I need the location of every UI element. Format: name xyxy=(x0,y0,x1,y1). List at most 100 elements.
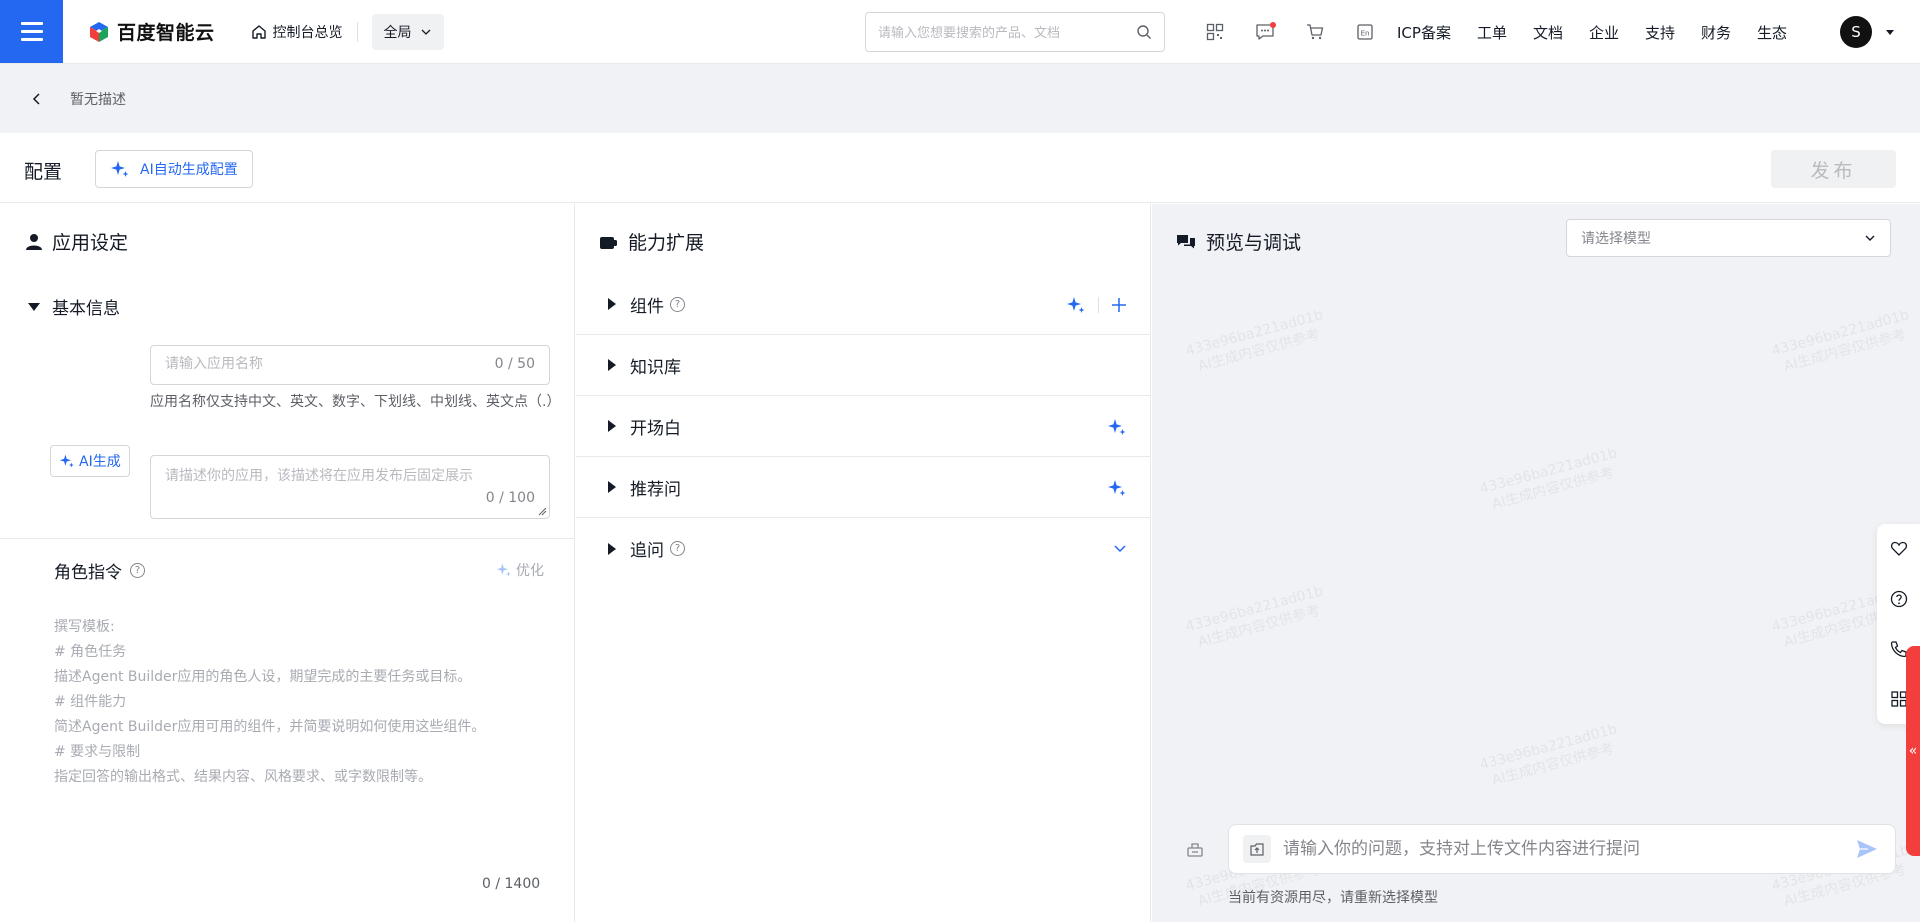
divider xyxy=(356,21,358,42)
language-button[interactable]: En xyxy=(1340,0,1390,64)
link-enterprise[interactable]: 企业 xyxy=(1576,22,1632,43)
toolbar-icons: En xyxy=(1190,0,1390,64)
collapse-side-tab[interactable]: « xyxy=(1906,646,1920,856)
sparkle-icon xyxy=(111,161,129,177)
sparkle-icon xyxy=(59,454,74,468)
recommended-questions-label: 推荐问 xyxy=(630,479,681,500)
app-description-input[interactable] xyxy=(165,465,535,487)
user-avatar[interactable]: S xyxy=(1840,16,1872,48)
template-line: 简述Agent Builder应用可用的组件，并简要说明如何使用这些组件。 xyxy=(54,719,486,735)
watermark: 433e96ba221ad01bAI生成内容仅供参考 xyxy=(1184,583,1325,651)
link-ecosystem[interactable]: 生态 xyxy=(1744,22,1800,43)
link-ticket[interactable]: 工单 xyxy=(1464,22,1520,43)
region-select[interactable]: 全局 xyxy=(371,13,444,50)
logo-text: 百度智能云 xyxy=(117,22,215,44)
breadcrumb: 暂无描述 xyxy=(0,64,1920,133)
divider xyxy=(0,538,575,539)
caret-down-icon[interactable] xyxy=(1884,26,1896,38)
optimize-label: 优化 xyxy=(516,563,544,579)
sparkle-icon[interactable] xyxy=(1066,295,1086,315)
cart-button[interactable] xyxy=(1290,0,1340,64)
chevron-down-icon[interactable] xyxy=(1113,542,1127,556)
favorite-button[interactable] xyxy=(1877,524,1920,574)
qrcode-icon xyxy=(1206,23,1224,41)
svg-text:En: En xyxy=(1361,30,1370,38)
console-overview-link[interactable]: 控制台总览 xyxy=(251,22,343,42)
section-components[interactable]: 组件? xyxy=(576,274,1151,335)
search-icon[interactable] xyxy=(1136,24,1152,40)
back-arrow-icon[interactable] xyxy=(30,92,44,106)
link-docs[interactable]: 文档 xyxy=(1520,22,1576,43)
help-button[interactable] xyxy=(1877,574,1920,624)
qrcode-button[interactable] xyxy=(1190,0,1240,64)
help-icon[interactable]: ? xyxy=(670,296,685,312)
chevron-down-icon xyxy=(1865,235,1875,241)
model-select[interactable]: 请选择模型 xyxy=(1566,219,1891,257)
resize-handle-icon[interactable] xyxy=(537,506,547,516)
publish-button[interactable]: 发布 xyxy=(1771,150,1896,188)
app-name-input[interactable] xyxy=(165,355,465,371)
page-title: 配置 xyxy=(24,161,63,183)
caret-right-icon xyxy=(608,298,616,310)
app-name-hint: 应用名称仅支持中文、英文、数字、下划线、中划线、英文点（.） xyxy=(150,394,561,410)
user-icon xyxy=(26,233,42,250)
cart-icon xyxy=(1307,24,1324,40)
template-line: 指定回答的输出格式、结果内容、风格要求、或字数限制等。 xyxy=(54,769,432,785)
heart-icon xyxy=(1890,541,1907,556)
template-line: # 组件能力 xyxy=(54,694,127,710)
caret-right-icon xyxy=(608,542,616,555)
opening-remarks-label: 开场白 xyxy=(630,418,681,439)
capability-header: 能力扩展 xyxy=(600,228,704,255)
ai-auto-generate-button[interactable]: AI自动生成配置 xyxy=(95,150,253,188)
template-line: 描述Agent Builder应用的角色人设，期望完成的主要任务或目标。 xyxy=(54,669,472,685)
basic-info-label: 基本信息 xyxy=(52,299,120,319)
section-recommended-questions[interactable]: 推荐问 xyxy=(576,457,1151,518)
role-instruction-title: 角色指令 xyxy=(54,563,122,583)
double-chevron-left-icon: « xyxy=(1908,743,1918,759)
preview-header: 预览与调试 xyxy=(1176,228,1301,255)
message-button[interactable] xyxy=(1240,0,1290,64)
console-overview-label: 控制台总览 xyxy=(272,24,343,41)
menu-button[interactable] xyxy=(0,0,63,63)
question-icon xyxy=(1890,590,1907,608)
components-label: 组件 xyxy=(630,296,664,317)
ai-generate-label: AI生成 xyxy=(79,454,121,470)
baidu-ai-cloud-logo[interactable]: 百度智能云 xyxy=(87,18,215,45)
link-icp[interactable]: ICP备案 xyxy=(1384,22,1464,43)
top-navigation-bar: 百度智能云 控制台总览 全局 En ICP备案 工单 文档 企业 支持 财务 xyxy=(0,0,1920,64)
help-icon[interactable]: ? xyxy=(670,541,685,556)
search-input[interactable] xyxy=(878,24,1136,40)
section-knowledge-base[interactable]: 知识库 xyxy=(576,335,1151,396)
app-description-field[interactable]: 0 / 100 xyxy=(150,455,550,519)
chat-question-input[interactable] xyxy=(1283,839,1855,859)
help-icon[interactable]: ? xyxy=(130,563,145,578)
section-opening-remarks[interactable]: 开场白 xyxy=(576,396,1151,457)
template-line: # 角色任务 xyxy=(54,644,127,660)
clear-chat-icon[interactable] xyxy=(1186,840,1204,858)
sparkle-icon[interactable] xyxy=(1107,478,1127,498)
top-links: ICP备案 工单 文档 企业 支持 财务 生态 xyxy=(1384,0,1800,64)
chat-bubbles-icon xyxy=(1177,234,1195,248)
upload-file-button[interactable] xyxy=(1243,835,1271,863)
caret-right-icon xyxy=(608,481,616,493)
app-name-field[interactable]: 0 / 50 xyxy=(150,345,550,385)
watermark: 433e96ba221ad01bAI生成内容仅供参考 xyxy=(1478,445,1619,513)
model-placeholder: 请选择模型 xyxy=(1581,231,1651,247)
send-icon[interactable] xyxy=(1855,837,1879,861)
preview-title: 预览与调试 xyxy=(1206,232,1302,254)
grid-icon xyxy=(1890,691,1907,707)
role-instruction-count: 0 / 1400 xyxy=(482,876,541,892)
sparkle-icon xyxy=(496,563,511,577)
section-follow-up[interactable]: 追问? xyxy=(576,518,1151,579)
link-support[interactable]: 支持 xyxy=(1632,22,1688,43)
plus-icon[interactable] xyxy=(1111,297,1127,313)
role-instruction-textarea[interactable]: 撰写模板: # 角色任务 描述Agent Builder应用的角色人设，期望完成… xyxy=(54,615,485,790)
watermark: 433e96ba221ad01bAI生成内容仅供参考 xyxy=(1478,721,1619,789)
ai-generate-button[interactable]: AI生成 xyxy=(50,445,130,477)
template-line: # 要求与限制 xyxy=(54,744,141,760)
link-finance[interactable]: 财务 xyxy=(1688,22,1744,43)
basic-info-toggle[interactable]: 基本信息 xyxy=(28,294,120,319)
global-search[interactable] xyxy=(865,12,1165,52)
optimize-button[interactable]: 优化 xyxy=(496,560,544,580)
sparkle-icon[interactable] xyxy=(1107,417,1127,437)
